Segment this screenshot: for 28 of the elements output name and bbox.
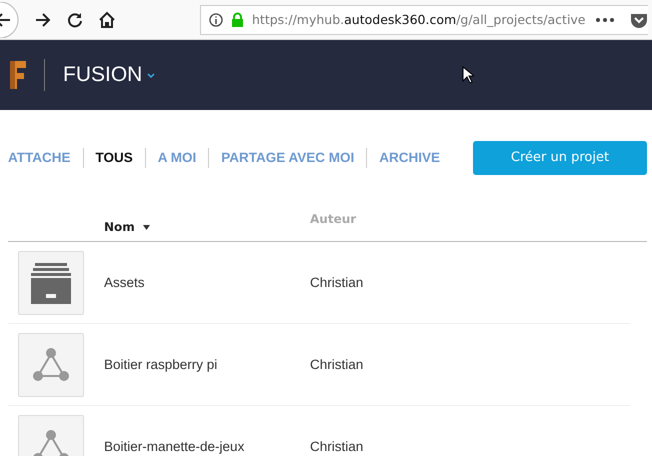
mouse-cursor-icon [462,66,474,84]
project-name[interactable]: Boitier-manette-de-jeux [104,439,310,454]
project-author: Christian [310,275,364,290]
lock-icon [231,12,244,27]
project-name[interactable]: Boitier raspberry pi [104,357,310,372]
logo-icon [8,59,28,91]
sort-caret-icon[interactable] [142,224,150,230]
forward-icon[interactable] [34,10,52,28]
home-icon[interactable] [98,10,116,28]
project-author: Christian [310,357,364,372]
column-header[interactable]: Nom [104,220,135,234]
url-text: https://myhub.autodesk360.com/g/all_projects/active [252,12,587,27]
project-thumbnail[interactable] [18,250,84,314]
file-box-icon [29,260,73,304]
project-thumbnail[interactable] [18,332,84,396]
triangle-nodes-icon [33,430,69,456]
filter-tab[interactable]: TOUS [96,150,133,165]
reload-icon[interactable] [66,10,84,28]
address-bar[interactable]: https://myhub.autodesk360.com/g/all_projects/active [200,4,648,34]
chevron-down-icon[interactable] [147,72,156,78]
info-icon[interactable] [209,12,223,26]
app-title[interactable]: FUSION [63,63,142,87]
project-name[interactable]: Assets [104,275,310,290]
pocket-icon[interactable] [630,12,648,28]
triangle-nodes-icon [33,348,69,382]
project-author: Christian [310,439,364,454]
back-icon[interactable] [0,2,20,38]
more-icon[interactable] [596,18,614,22]
